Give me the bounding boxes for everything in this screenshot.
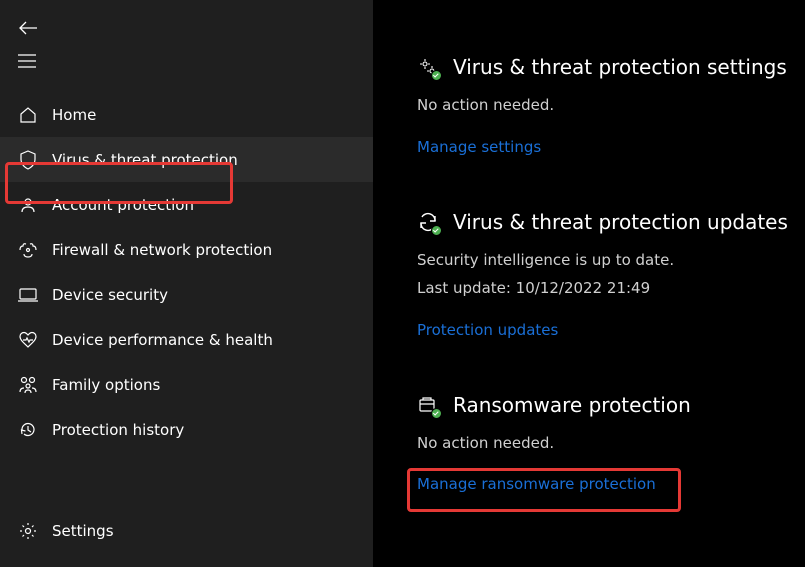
sidebar-item-label: Device security bbox=[52, 286, 168, 304]
shield-icon bbox=[18, 150, 38, 170]
protection-updates-link[interactable]: Protection updates bbox=[417, 321, 558, 339]
sidebar-item-label: Virus & threat protection bbox=[52, 151, 238, 169]
manage-ransomware-link[interactable]: Manage ransomware protection bbox=[417, 475, 656, 493]
updates-section-icon bbox=[417, 211, 439, 233]
sidebar-item-performance-health[interactable]: Device performance & health bbox=[0, 317, 373, 362]
sidebar-item-settings[interactable]: Settings bbox=[0, 508, 373, 553]
section-title: Virus & threat protection settings bbox=[453, 55, 787, 79]
device-icon bbox=[18, 285, 38, 305]
status-text: No action needed. bbox=[417, 429, 805, 458]
sidebar-item-home[interactable]: Home bbox=[0, 92, 373, 137]
sidebar-item-device-security[interactable]: Device security bbox=[0, 272, 373, 317]
section-title: Ransomware protection bbox=[453, 393, 691, 417]
sidebar-item-label: Settings bbox=[52, 522, 114, 540]
sidebar-item-protection-history[interactable]: Protection history bbox=[0, 407, 373, 452]
family-icon bbox=[18, 375, 38, 395]
gear-icon bbox=[18, 521, 38, 541]
ransomware-section-icon bbox=[417, 394, 439, 416]
section-title: Virus & threat protection updates bbox=[453, 210, 788, 234]
arrow-left-icon bbox=[18, 20, 38, 36]
back-button[interactable] bbox=[0, 0, 373, 36]
menu-button[interactable] bbox=[0, 36, 373, 68]
settings-section-icon bbox=[417, 56, 439, 78]
section-updates: Virus & threat protection updates Securi… bbox=[417, 210, 805, 339]
sidebar-item-label: Protection history bbox=[52, 421, 184, 439]
sidebar-item-label: Home bbox=[52, 106, 96, 124]
sidebar-item-firewall[interactable]: Firewall & network protection bbox=[0, 227, 373, 272]
heart-icon bbox=[18, 330, 38, 350]
nav-list: Home Virus & threat protection Account p… bbox=[0, 84, 373, 508]
home-icon bbox=[18, 105, 38, 125]
firewall-icon bbox=[18, 240, 38, 260]
hamburger-icon bbox=[18, 54, 36, 68]
sidebar-item-account[interactable]: Account protection bbox=[0, 182, 373, 227]
manage-settings-link[interactable]: Manage settings bbox=[417, 138, 541, 156]
status-text: Security intelligence is up to date. bbox=[417, 246, 805, 275]
content-area: Virus & threat protection settings No ac… bbox=[373, 0, 805, 567]
sidebar: Home Virus & threat protection Account p… bbox=[0, 0, 373, 567]
account-icon bbox=[18, 195, 38, 215]
history-icon bbox=[18, 420, 38, 440]
sidebar-item-label: Family options bbox=[52, 376, 160, 394]
section-ransomware: Ransomware protection No action needed. … bbox=[417, 393, 805, 494]
sidebar-item-family[interactable]: Family options bbox=[0, 362, 373, 407]
sidebar-bottom: Settings bbox=[0, 508, 373, 567]
last-update-text: Last update: 10/12/2022 21:49 bbox=[417, 274, 805, 303]
status-text: No action needed. bbox=[417, 91, 805, 120]
section-settings: Virus & threat protection settings No ac… bbox=[417, 55, 805, 156]
sidebar-item-virus-threat[interactable]: Virus & threat protection bbox=[0, 137, 373, 182]
sidebar-item-label: Account protection bbox=[52, 196, 194, 214]
sidebar-item-label: Device performance & health bbox=[52, 331, 273, 349]
sidebar-item-label: Firewall & network protection bbox=[52, 241, 272, 259]
